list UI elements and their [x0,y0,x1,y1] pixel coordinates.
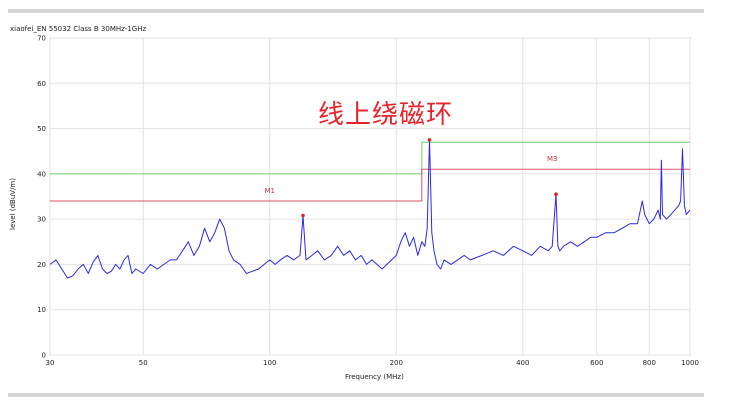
plot-frame [49,37,691,356]
x-axis-label: Frequency (MHz) [345,373,404,381]
y-tick-label: 70 [37,35,46,43]
peak-marker [301,213,305,218]
x-tick-label: 100 [263,359,276,367]
x-tick-label: 600 [590,359,603,367]
peak-marker [427,138,432,142]
x-tick-label: 30 [46,359,55,367]
peak-marker [554,192,558,197]
x-tick-label: 800 [643,359,656,367]
y-tick-label: 60 [37,80,46,88]
x-tick-label: 400 [516,359,529,367]
marker-label: M1 [264,187,275,195]
y-tick-label: 10 [37,306,46,314]
y-axis-label: level (dBuV/m) [9,178,17,230]
y-tick-label: 30 [37,216,46,224]
y-tick-label: 20 [37,261,46,269]
x-tick-label: 1000 [681,359,699,367]
y-tick-label: 40 [37,170,46,178]
annotation-text: 线上绕磁环 [318,100,454,130]
x-tick-label: 50 [139,359,148,367]
x-tick-label: 200 [390,359,403,367]
y-tick-label: 50 [37,125,46,133]
marker-label: M3 [547,155,558,163]
bottom-divider [8,393,704,397]
emission-plot: 01020304050607030 50 100 200 400 600 800 1000M1… [37,35,699,368]
